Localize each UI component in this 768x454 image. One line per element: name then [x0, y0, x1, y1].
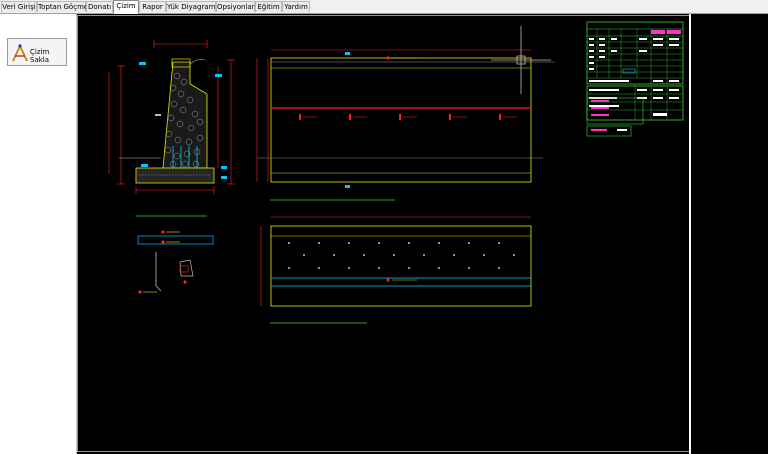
tab-rapor[interactable]: Rapor	[139, 1, 166, 12]
tab-cizim[interactable]: Çizim	[113, 0, 139, 14]
sheet-edge	[689, 14, 691, 454]
quantity-tables	[586, 21, 684, 137]
cad-drawing	[77, 14, 691, 454]
wall-section	[108, 40, 235, 194]
tab-opsiyonlar[interactable]: Opsiyonlar	[216, 1, 255, 12]
plan-view	[260, 216, 532, 307]
cizim-sakla-button[interactable]: Çizim Sakla	[7, 38, 67, 66]
tab-yuk-diyagrami[interactable]: Yük Diyagramı	[166, 1, 217, 12]
tab-egitim[interactable]: Eğitim	[255, 1, 282, 12]
drawing-canvas[interactable]	[77, 14, 768, 454]
tab-donati[interactable]: Donatı	[86, 1, 113, 12]
drawing-compass-icon	[12, 43, 28, 62]
tab-yardim[interactable]: Yardım	[282, 1, 310, 12]
small-details	[137, 230, 214, 294]
front-elevation	[256, 26, 555, 188]
tab-toptan-gocme[interactable]: Toptan Göçme	[37, 1, 88, 12]
sidebar: Çizim Sakla	[0, 14, 77, 454]
tab-bar: Veri Girişi Toptan Göçme Donatı Çizim Ra…	[0, 0, 768, 14]
tab-veri-girisi[interactable]: Veri Girişi	[1, 1, 37, 12]
cizim-sakla-label: Çizim Sakla	[30, 48, 50, 64]
